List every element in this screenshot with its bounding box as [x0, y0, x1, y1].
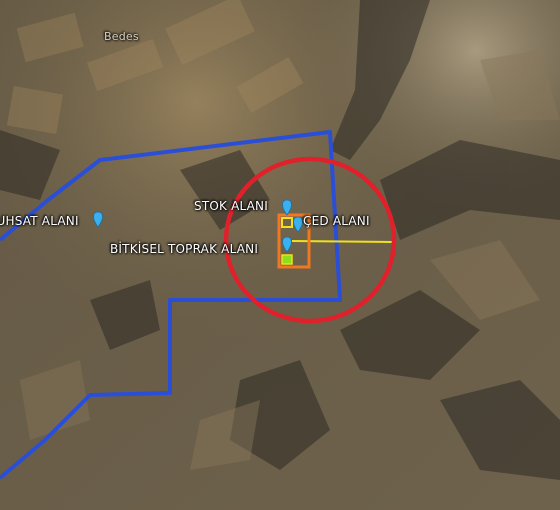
- access-road-line: [291, 240, 393, 243]
- placemark-label-ruhsat[interactable]: RUHSAT ALANI: [0, 214, 79, 228]
- topsoil-zone: [281, 254, 293, 265]
- town-label: Bedes: [104, 30, 139, 43]
- satellite-map[interactable]: Bedes RUHSAT ALANI STOK ALANI ÇED ALANI …: [0, 0, 560, 510]
- placemark-label-stok[interactable]: STOK ALANI: [194, 199, 268, 213]
- placemark-label-ced[interactable]: ÇED ALANI: [303, 214, 370, 228]
- terrain-imagery: [0, 0, 560, 510]
- placemark-label-bitkisel-toprak[interactable]: BİTKİSEL TOPRAK ALANI: [110, 242, 258, 256]
